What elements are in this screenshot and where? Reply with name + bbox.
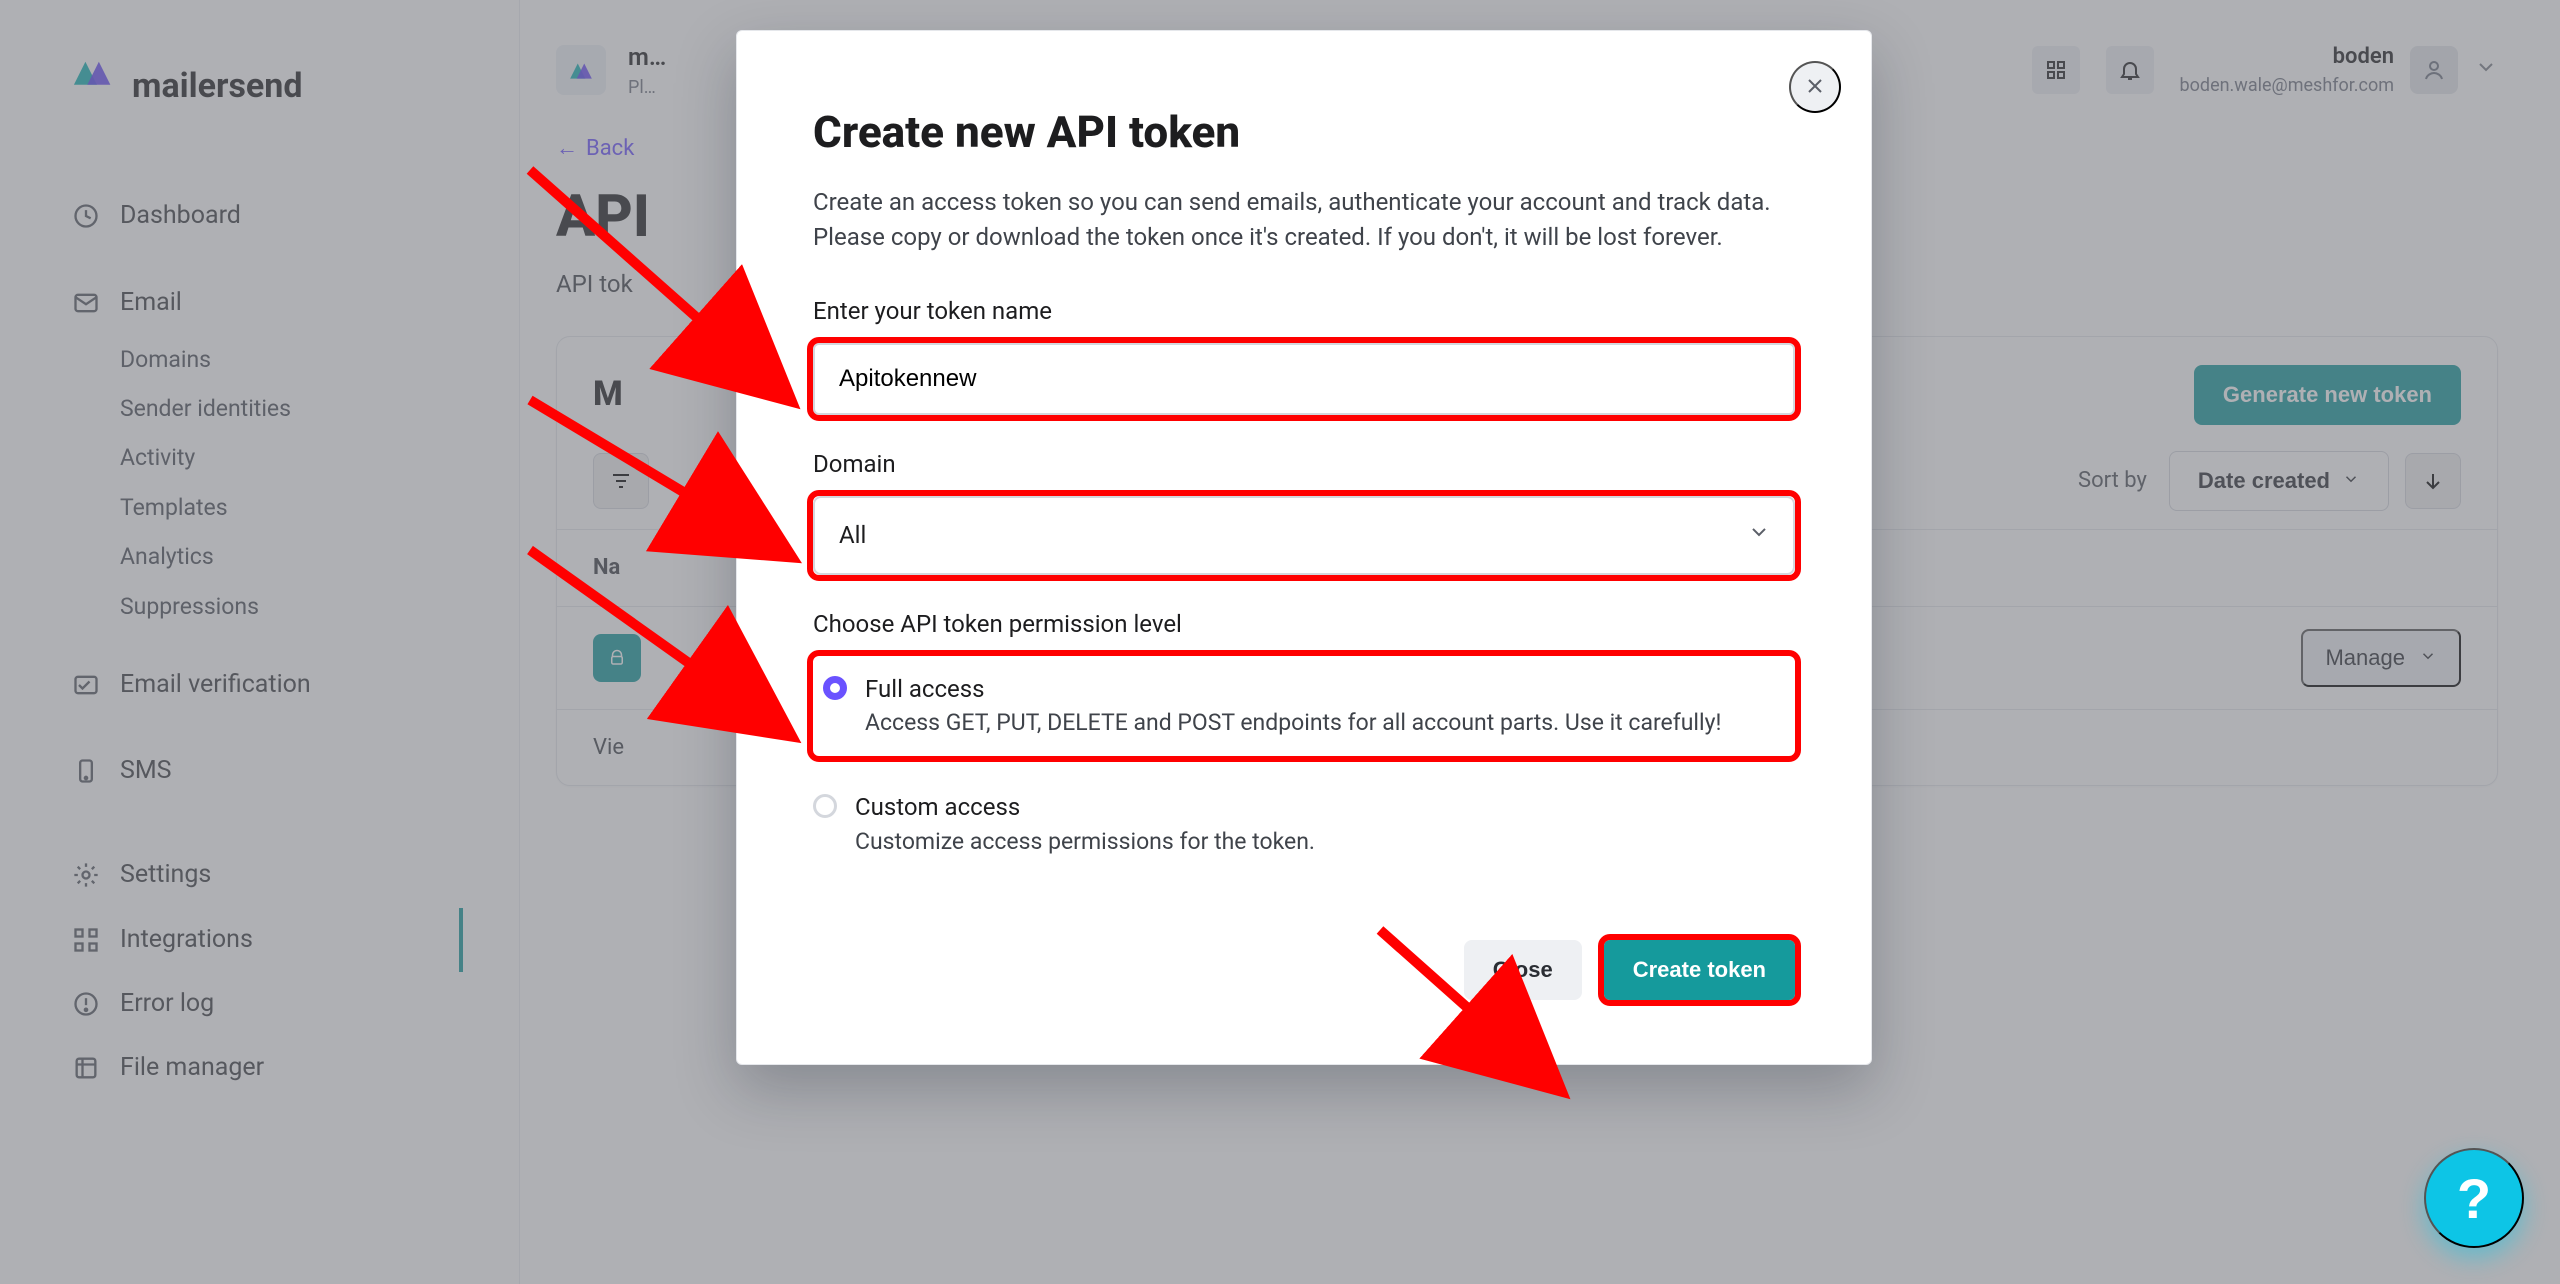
- create-token-modal: Create new API token Create an access to…: [736, 30, 1872, 1065]
- token-name-input[interactable]: [813, 343, 1795, 415]
- domain-select[interactable]: All: [813, 496, 1795, 575]
- radio-dot-icon: [813, 794, 837, 818]
- help-fab[interactable]: ?: [2424, 1148, 2524, 1248]
- modal-close-button[interactable]: [1789, 61, 1841, 113]
- radio-dot-icon: [823, 676, 847, 700]
- create-token-button[interactable]: Create token: [1604, 940, 1795, 1000]
- permission-full-desc: Access GET, PUT, DELETE and POST endpoin…: [865, 706, 1721, 739]
- domain-label: Domain: [813, 447, 1795, 482]
- permission-custom-access[interactable]: Custom access Customize access permissio…: [813, 780, 1795, 862]
- help-label: ?: [2457, 1166, 2491, 1231]
- permission-label: Choose API token permission level: [813, 607, 1795, 642]
- permission-custom-title: Custom access: [855, 790, 1315, 825]
- token-name-label: Enter your token name: [813, 294, 1795, 329]
- permission-custom-desc: Customize access permissions for the tok…: [855, 825, 1315, 858]
- close-icon: [1803, 74, 1827, 101]
- permission-full-access[interactable]: Full access Access GET, PUT, DELETE and …: [813, 656, 1795, 756]
- domain-value: All: [839, 521, 866, 549]
- modal-close-action[interactable]: Close: [1464, 940, 1582, 1000]
- permission-full-title: Full access: [865, 672, 1721, 707]
- chevron-down-icon: [1747, 520, 1771, 550]
- modal-lead: Create an access token so you can send e…: [813, 185, 1795, 255]
- modal-title: Create new API token: [813, 101, 1795, 165]
